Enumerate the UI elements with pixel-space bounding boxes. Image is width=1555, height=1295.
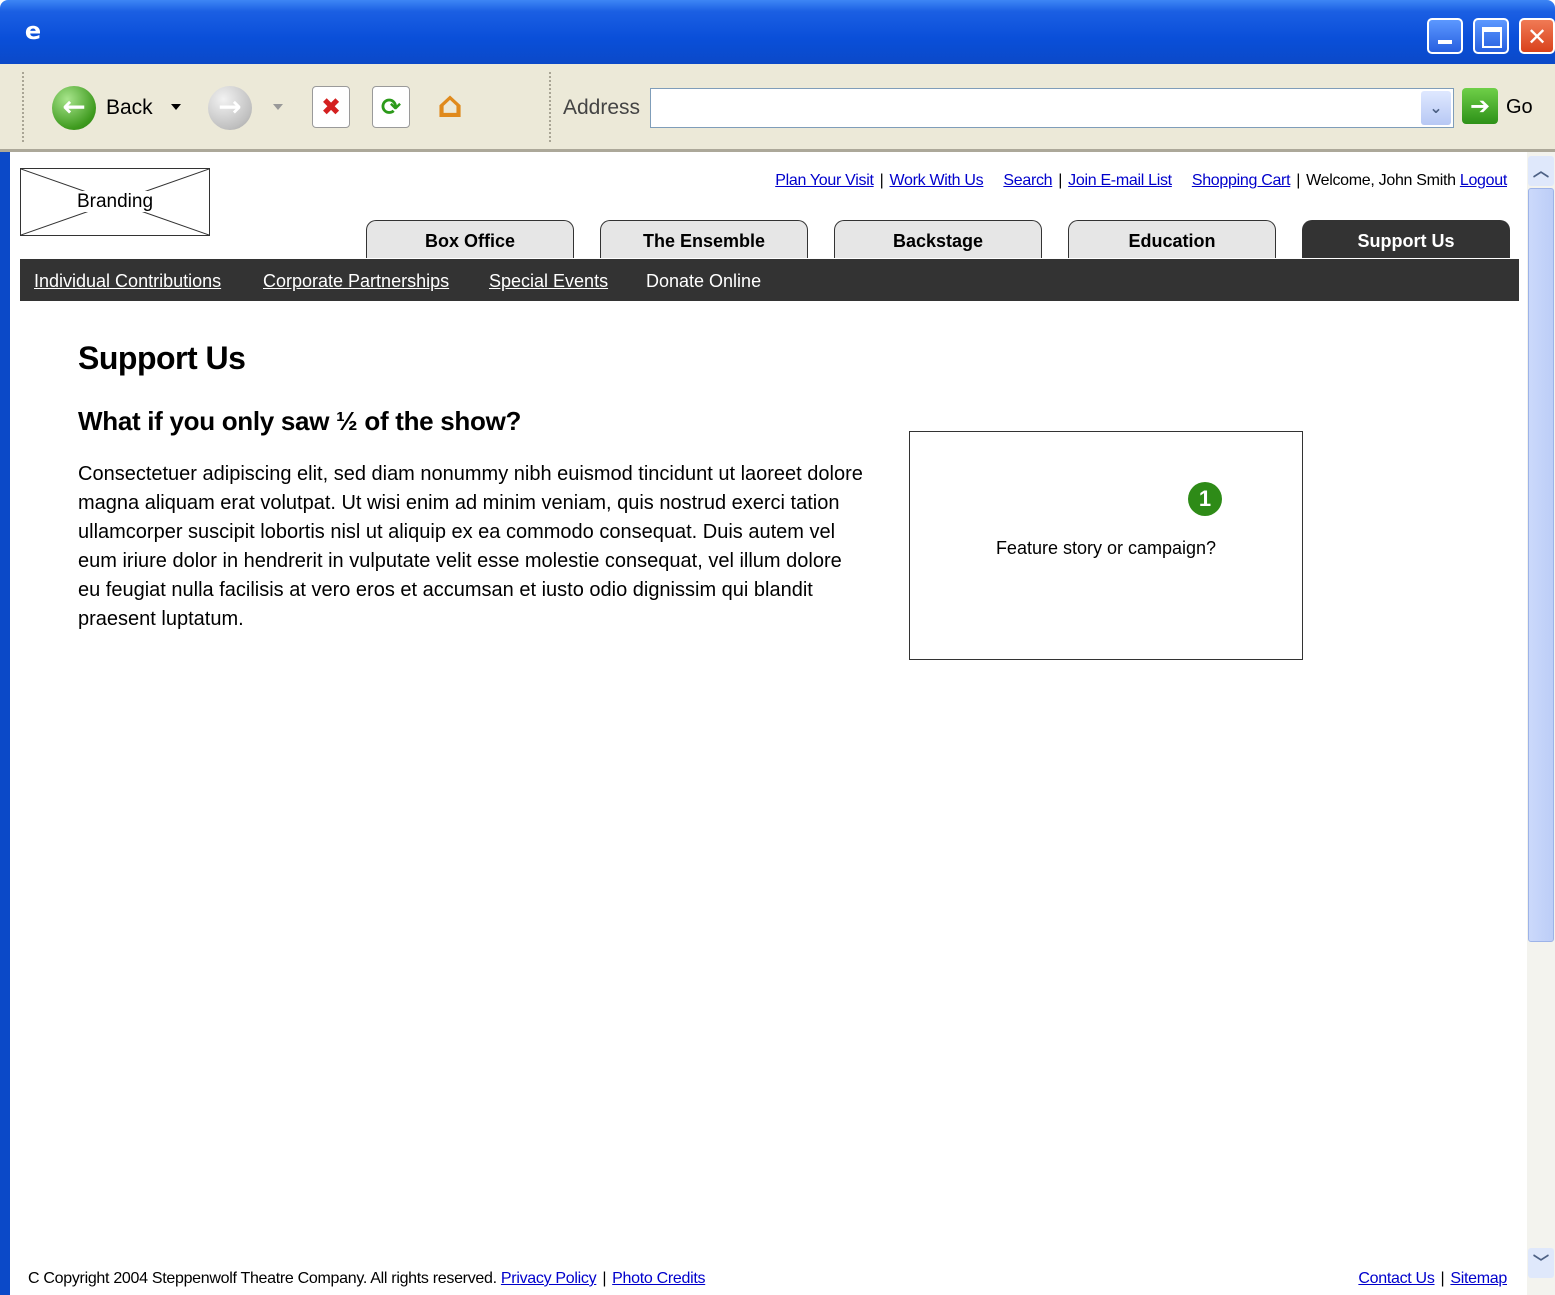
address-label: Address [563, 96, 641, 119]
copyright-text: C Copyright 2004 Steppenwolf Theatre Com… [28, 1270, 497, 1287]
browser-toolbar: ← Back → ✖ ⟳ ⌂ Address ⌄ ➔ Go [0, 64, 1555, 152]
footer-left: C Copyright 2004 Steppenwolf Theatre Com… [28, 1270, 706, 1288]
scroll-thumb[interactable] [1528, 188, 1554, 942]
address-input[interactable]: ⌄ [650, 88, 1454, 128]
tab-education[interactable]: Education [1068, 220, 1276, 258]
separator: | [602, 1270, 607, 1287]
toolbar-grip[interactable] [22, 72, 27, 142]
sitemap-link[interactable]: Sitemap [1450, 1270, 1507, 1287]
utility-nav: Plan Your Visit | Work With Us Search | Join … [775, 172, 1507, 190]
join-email-link[interactable]: Join E-mail List [1068, 172, 1172, 189]
back-button[interactable]: Back [106, 96, 153, 120]
window-titlebar: e [0, 0, 1555, 64]
subnav-special-events[interactable]: Special Events [489, 271, 608, 292]
welcome-text: Welcome, John Smith [1306, 172, 1456, 189]
annotation-marker: 1 [1188, 482, 1222, 516]
subnav-donate-online[interactable]: Donate Online [646, 271, 761, 292]
tab-box-office[interactable]: Box Office [366, 220, 574, 258]
subnav-individual-contributions[interactable]: Individual Contributions [34, 271, 221, 292]
window-frame-left [0, 152, 10, 1295]
go-arrow-icon[interactable]: ➔ [1462, 88, 1498, 124]
ie-logo-icon: e [24, 17, 42, 45]
body-paragraph: Consectetuer adipiscing elit, sed diam n… [78, 463, 863, 630]
tab-the-ensemble[interactable]: The Ensemble [600, 220, 808, 258]
minimize-icon[interactable] [1427, 18, 1463, 54]
section-heading: What if you only saw ½ of the show? [78, 406, 522, 436]
branding-placeholder[interactable]: Branding [20, 168, 210, 236]
back-arrow-icon[interactable]: ← [52, 86, 96, 130]
logout-link[interactable]: Logout [1460, 172, 1507, 189]
separator: | [1058, 172, 1063, 189]
contact-us-link[interactable]: Contact Us [1358, 1270, 1434, 1287]
subnav-bar: Individual Contributions Corporate Partn… [20, 259, 1519, 301]
plan-visit-link[interactable]: Plan Your Visit [775, 172, 874, 189]
home-icon[interactable]: ⌂ [432, 86, 468, 126]
privacy-policy-link[interactable]: Privacy Policy [501, 1270, 597, 1287]
stop-icon[interactable]: ✖ [312, 86, 350, 128]
separator: | [879, 172, 884, 189]
footer-right: Contact Us | Sitemap [1358, 1270, 1507, 1288]
forward-dropdown-icon[interactable] [273, 104, 283, 110]
close-icon[interactable] [1519, 18, 1555, 54]
tab-support-us[interactable]: Support Us [1302, 220, 1510, 258]
shopping-cart-link[interactable]: Shopping Cart [1192, 172, 1291, 189]
subnav-corporate-partnerships[interactable]: Corporate Partnerships [263, 271, 449, 292]
back-dropdown-icon[interactable] [171, 104, 181, 110]
separator: | [1440, 1270, 1445, 1287]
scroll-down-icon[interactable]: ﹀ [1528, 1248, 1554, 1278]
feature-placeholder[interactable]: 1 Feature story or campaign? [909, 431, 1303, 660]
refresh-icon[interactable]: ⟳ [372, 86, 410, 128]
go-button[interactable]: Go [1506, 96, 1533, 119]
toolbar-grip[interactable] [549, 72, 554, 142]
forward-arrow-icon[interactable]: → [208, 86, 252, 130]
vertical-scrollbar[interactable]: ︿ ﹀ [1527, 152, 1555, 1295]
address-dropdown-icon[interactable]: ⌄ [1421, 91, 1451, 125]
branding-label: Branding [72, 191, 158, 212]
page-title: Support Us [78, 340, 246, 376]
separator: | [1296, 172, 1301, 189]
scroll-up-icon[interactable]: ︿ [1528, 156, 1554, 186]
photo-credits-link[interactable]: Photo Credits [612, 1270, 705, 1287]
tab-backstage[interactable]: Backstage [834, 220, 1042, 258]
feature-text: Feature story or campaign? [995, 538, 1217, 558]
work-with-us-link[interactable]: Work With Us [889, 172, 983, 189]
maximize-icon[interactable] [1473, 18, 1509, 54]
search-link[interactable]: Search [1003, 172, 1052, 189]
